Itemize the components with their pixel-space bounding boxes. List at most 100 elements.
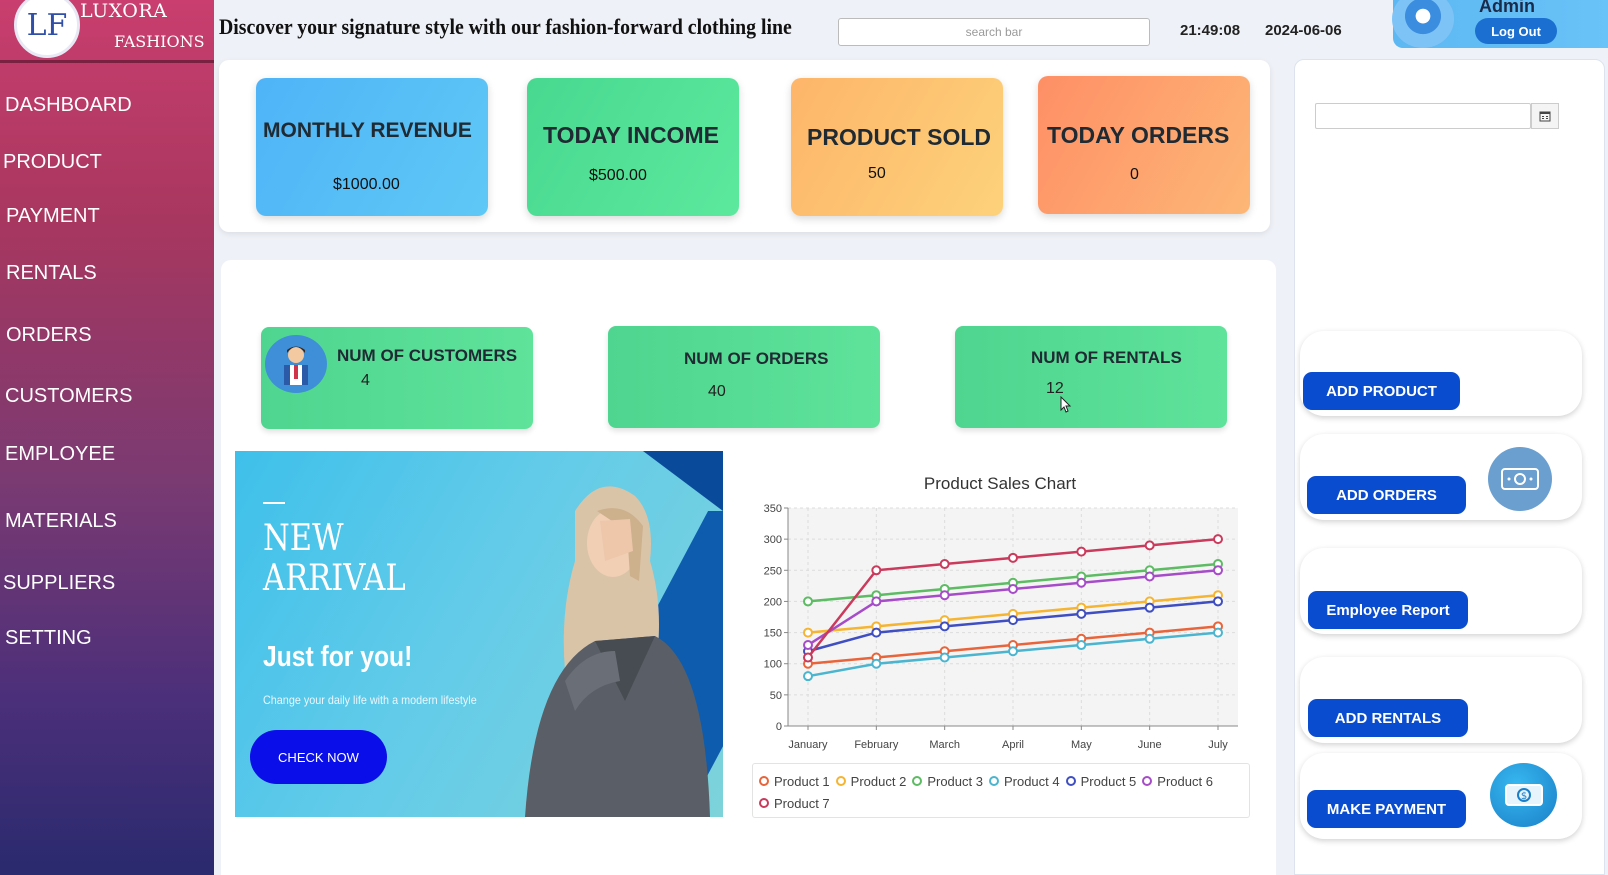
y-tick-label: 200 (764, 596, 782, 608)
legend-label: Product 5 (1080, 773, 1137, 789)
model-photo (525, 486, 710, 817)
data-point (803, 652, 813, 663)
banner-tagline: Just for you! (263, 641, 413, 673)
logo-text: LF (26, 7, 68, 43)
add-orders-button[interactable]: ADD ORDERS (1307, 476, 1466, 514)
data-point (1076, 640, 1087, 651)
legend-marker-icon (912, 776, 923, 786)
y-tick-label: 100 (764, 659, 782, 671)
add-orders-card: ADD ORDERS (1300, 434, 1582, 520)
count-title: NUM OF ORDERS (684, 349, 829, 368)
data-point (1213, 627, 1223, 638)
stat-title: PRODUCT SOLD (807, 124, 991, 150)
money-icon (1488, 447, 1552, 511)
count-value: 40 (708, 383, 726, 400)
data-point (1008, 615, 1018, 626)
add-rentals-button[interactable]: ADD RENTALS (1308, 699, 1468, 737)
brand-name-line1: LUXORA (80, 0, 168, 22)
mouse-cursor-icon (1060, 396, 1072, 413)
legend-item[interactable]: Product 3 (912, 770, 983, 792)
data-point (1213, 565, 1223, 576)
stat-value: $1000.00 (333, 176, 400, 193)
x-tick-label: June (1138, 739, 1162, 751)
legend-marker-icon (759, 798, 769, 808)
banner-headline-line1: NEW (263, 518, 344, 559)
stat-value: 0 (1130, 166, 1139, 183)
data-point (803, 627, 813, 638)
data-point (1008, 646, 1018, 657)
sidebar-item-materials[interactable]: MATERIALS (5, 510, 117, 533)
legend-item[interactable]: Product 5 (1065, 770, 1137, 792)
data-point (939, 621, 950, 632)
employee-report-button[interactable]: Employee Report (1308, 591, 1468, 629)
data-point (871, 565, 882, 576)
count-title: NUM OF CUSTOMERS (337, 346, 518, 365)
x-tick-label: May (1071, 739, 1092, 751)
legend-marker-icon (759, 776, 769, 786)
calendar-icon (1539, 111, 1551, 122)
sidebar-item-payment[interactable]: PAYMENT (6, 205, 100, 228)
header-tagline: Discover your signature style with our f… (219, 14, 792, 39)
current-date: 2024-06-06 (1265, 22, 1342, 39)
count-title: NUM OF RENTALS (1031, 348, 1182, 367)
stat-title: TODAY INCOME (543, 122, 719, 148)
count-card-orders: NUM OF ORDERS 40 (608, 326, 880, 428)
sidebar-item-employee[interactable]: EMPLOYEE (5, 443, 115, 466)
data-point (939, 559, 950, 570)
y-tick-label: 250 (764, 565, 782, 577)
sidebar-item-suppliers[interactable]: SUPPLIERS (3, 572, 115, 595)
customer-avatar-icon (265, 335, 327, 393)
logout-button[interactable]: Log Out (1475, 18, 1557, 44)
sidebar-item-dashboard[interactable]: DASHBOARD (5, 94, 132, 117)
data-point (803, 596, 813, 607)
check-now-button[interactable]: CHECK NOW (250, 730, 387, 784)
date-picker-input[interactable] (1315, 103, 1531, 129)
stat-title: MONTHLY REVENUE (263, 119, 472, 142)
person-icon (284, 346, 308, 385)
sidebar-item-rentals[interactable]: RENTALS (6, 262, 97, 285)
legend-marker-icon (1065, 776, 1076, 786)
data-point (1076, 608, 1087, 619)
chart-title: Product Sales Chart (923, 474, 1077, 493)
cash-icon: $ (1504, 784, 1543, 806)
calendar-button[interactable] (1531, 103, 1559, 129)
user-label: Admin (1479, 0, 1535, 16)
sidebar-item-orders[interactable]: ORDERS (6, 324, 92, 347)
sidebar-item-product[interactable]: PRODUCT (3, 151, 102, 174)
y-tick-label: 300 (764, 534, 782, 546)
sidebar-item-customers[interactable]: CUSTOMERS (5, 385, 132, 408)
x-tick-label: July (1208, 739, 1228, 751)
add-product-card: ADD PRODUCT (1300, 331, 1582, 416)
legend-label: Product 6 (1157, 773, 1213, 789)
banner-headline-line2: ARRIVAL (263, 558, 406, 599)
banner-accent-line (263, 502, 285, 504)
search-input[interactable] (838, 18, 1150, 46)
employee-report-card: Employee Report (1300, 548, 1582, 634)
legend-label: Product 3 (927, 773, 983, 789)
sidebar-item-setting[interactable]: SETTING (5, 627, 92, 650)
data-point (1144, 633, 1155, 644)
legend-item[interactable]: Product 7 (759, 792, 830, 814)
payment-icon: $ (1490, 763, 1557, 827)
new-arrival-banner: NEW ARRIVAL Just for you! Change your da… (235, 451, 723, 817)
legend-item[interactable]: Product 4 (988, 770, 1060, 792)
stat-card-today-orders: TODAY ORDERS 0 (1038, 76, 1250, 214)
legend-marker-icon (1142, 776, 1153, 786)
make-payment-button[interactable]: MAKE PAYMENT (1307, 790, 1466, 828)
add-product-button[interactable]: ADD PRODUCT (1303, 372, 1460, 410)
chart-legend: Product 1 Product 2 Product 3 Product 4 Prod… (752, 763, 1250, 818)
data-point (803, 671, 813, 682)
data-point (1008, 583, 1018, 594)
product-sales-chart: 0 50 100 150 200 250 300 350 January February Marc… (764, 503, 1238, 751)
legend-item[interactable]: Product 2 (835, 770, 906, 792)
legend-item[interactable]: Product 6 (1142, 770, 1213, 792)
banner-headline: NEW ARRIVAL (263, 519, 406, 599)
brand-divider (0, 60, 214, 63)
legend-item[interactable]: Product 1 (759, 770, 830, 792)
banner-subtitle: Change your daily life with a modern lif… (263, 693, 477, 707)
y-tick-label: 0 (776, 721, 782, 733)
legend-label: Product 7 (774, 795, 830, 811)
sidebar: LF LUXORA FASHIONS DASHBOARD PRODUCT PAY… (0, 0, 214, 875)
count-card-customers: NUM OF CUSTOMERS 4 (261, 327, 533, 429)
count-value: 4 (361, 372, 370, 389)
